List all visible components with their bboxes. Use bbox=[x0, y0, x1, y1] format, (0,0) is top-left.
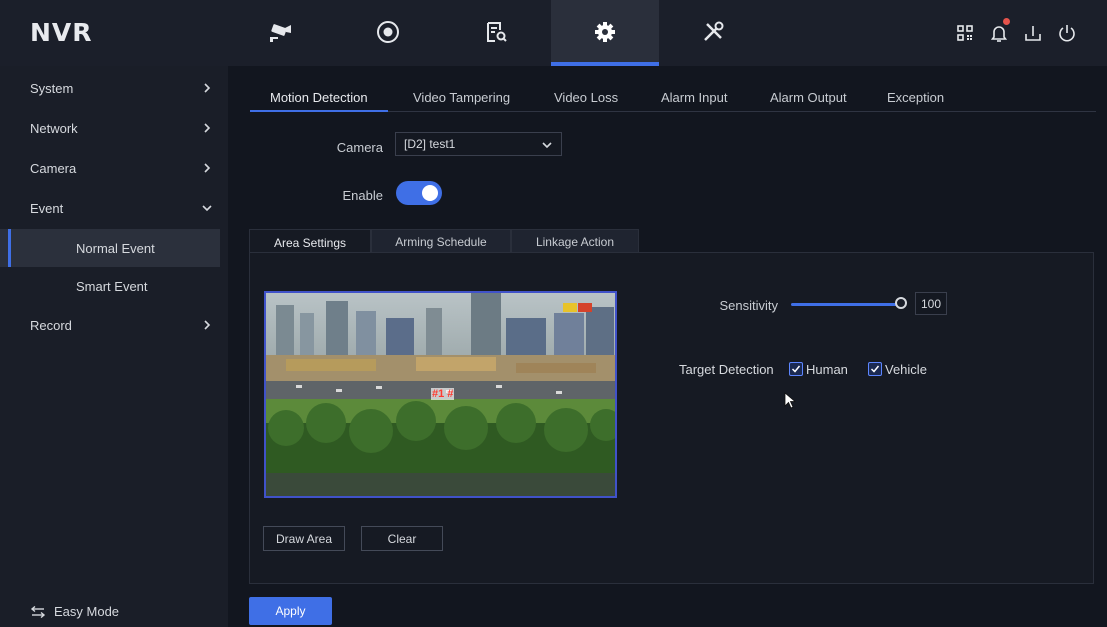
tab-exception[interactable]: Exception bbox=[887, 90, 944, 105]
sensitivity-slider-track[interactable] bbox=[791, 303, 901, 306]
sidebar-item-network[interactable]: Network bbox=[0, 109, 228, 147]
vehicle-checkbox[interactable] bbox=[868, 362, 882, 376]
sidebar-item-smart-event[interactable]: Smart Event bbox=[0, 267, 228, 305]
camera-select-value: [D2] test1 bbox=[404, 137, 456, 151]
playback-nav-button[interactable] bbox=[334, 0, 442, 66]
tab-alarm-output[interactable]: Alarm Output bbox=[770, 90, 847, 105]
sensitivity-slider-handle[interactable] bbox=[895, 297, 907, 309]
tab-linkage-action[interactable]: Linkage Action bbox=[511, 229, 639, 254]
sidebar-item-label: Event bbox=[30, 200, 64, 216]
notification-bell-icon[interactable] bbox=[988, 18, 1010, 44]
search-file-icon bbox=[483, 19, 509, 48]
sidebar-item-camera[interactable]: Camera bbox=[0, 149, 228, 187]
chevron-right-icon bbox=[204, 320, 211, 330]
main-content: Motion Detection Video Tampering Video L… bbox=[228, 66, 1107, 627]
chevron-right-icon bbox=[204, 123, 211, 133]
clear-button[interactable]: Clear bbox=[361, 526, 443, 551]
top-bar: NVR bbox=[0, 0, 1107, 66]
sidebar-item-label: Smart Event bbox=[76, 278, 148, 294]
chevron-right-icon bbox=[204, 163, 211, 173]
sensitivity-value-input[interactable]: 100 bbox=[915, 292, 947, 315]
playback-icon bbox=[375, 19, 401, 48]
target-detection-label: Target Detection bbox=[679, 362, 774, 377]
sidebar-item-label: Record bbox=[30, 317, 72, 333]
notification-dot bbox=[1003, 18, 1010, 25]
camera-preview[interactable]: #1 # bbox=[264, 291, 617, 498]
easy-mode-button[interactable]: Easy Mode bbox=[30, 604, 119, 619]
enable-label: Enable bbox=[342, 188, 383, 203]
human-label: Human bbox=[806, 362, 848, 377]
tab-alarm-input[interactable]: Alarm Input bbox=[661, 90, 727, 105]
tab-video-loss[interactable]: Video Loss bbox=[554, 90, 618, 105]
checkmark-icon bbox=[791, 365, 801, 373]
tab-motion-detection[interactable]: Motion Detection bbox=[250, 90, 388, 112]
search-nav-button[interactable] bbox=[442, 0, 550, 66]
event-tabs: Motion Detection Video Tampering Video L… bbox=[250, 88, 1096, 112]
maintenance-tools-icon bbox=[700, 19, 726, 48]
tab-arming-schedule[interactable]: Arming Schedule bbox=[371, 229, 511, 254]
settings-gear-icon bbox=[592, 19, 618, 48]
human-checkbox[interactable] bbox=[789, 362, 803, 376]
apply-button[interactable]: Apply bbox=[249, 597, 332, 625]
chevron-down-icon bbox=[542, 142, 552, 149]
sidebar: System Network Camera Event Normal Event… bbox=[0, 66, 228, 627]
draw-area-button[interactable]: Draw Area bbox=[263, 526, 345, 551]
camera-select[interactable]: [D2] test1 bbox=[395, 132, 562, 156]
power-icon[interactable] bbox=[1056, 22, 1078, 44]
qr-code-icon[interactable] bbox=[954, 22, 976, 44]
live-view-nav-button[interactable] bbox=[226, 0, 334, 66]
sidebar-item-label: Normal Event bbox=[76, 240, 155, 256]
maintenance-nav-button[interactable] bbox=[659, 0, 767, 66]
tab-video-tampering[interactable]: Video Tampering bbox=[413, 90, 510, 105]
sidebar-item-normal-event[interactable]: Normal Event bbox=[0, 229, 220, 267]
configuration-nav-button[interactable] bbox=[551, 0, 659, 66]
checkmark-icon bbox=[870, 365, 880, 373]
chevron-right-icon bbox=[204, 83, 211, 93]
area-marker-label: #1 # bbox=[431, 388, 455, 400]
enable-toggle[interactable] bbox=[396, 181, 442, 205]
sensitivity-label: Sensitivity bbox=[719, 298, 778, 313]
nvr-logo: NVR bbox=[30, 18, 93, 47]
live-view-camera-icon bbox=[267, 19, 293, 48]
easy-mode-label: Easy Mode bbox=[54, 604, 120, 619]
toggle-knob bbox=[422, 185, 438, 201]
sidebar-item-label: System bbox=[30, 80, 74, 96]
sidebar-item-record[interactable]: Record bbox=[0, 306, 228, 344]
export-icon[interactable] bbox=[1022, 22, 1044, 44]
mouse-cursor-icon bbox=[784, 392, 796, 409]
sidebar-item-event[interactable]: Event bbox=[0, 189, 228, 227]
vehicle-label: Vehicle bbox=[885, 362, 927, 377]
sidebar-item-label: Network bbox=[30, 120, 78, 136]
sidebar-item-label: Camera bbox=[30, 160, 77, 176]
chevron-down-icon bbox=[202, 205, 212, 212]
sidebar-item-system[interactable]: System bbox=[0, 69, 228, 107]
camera-label: Camera bbox=[336, 140, 383, 155]
switch-arrows-icon bbox=[30, 605, 46, 618]
